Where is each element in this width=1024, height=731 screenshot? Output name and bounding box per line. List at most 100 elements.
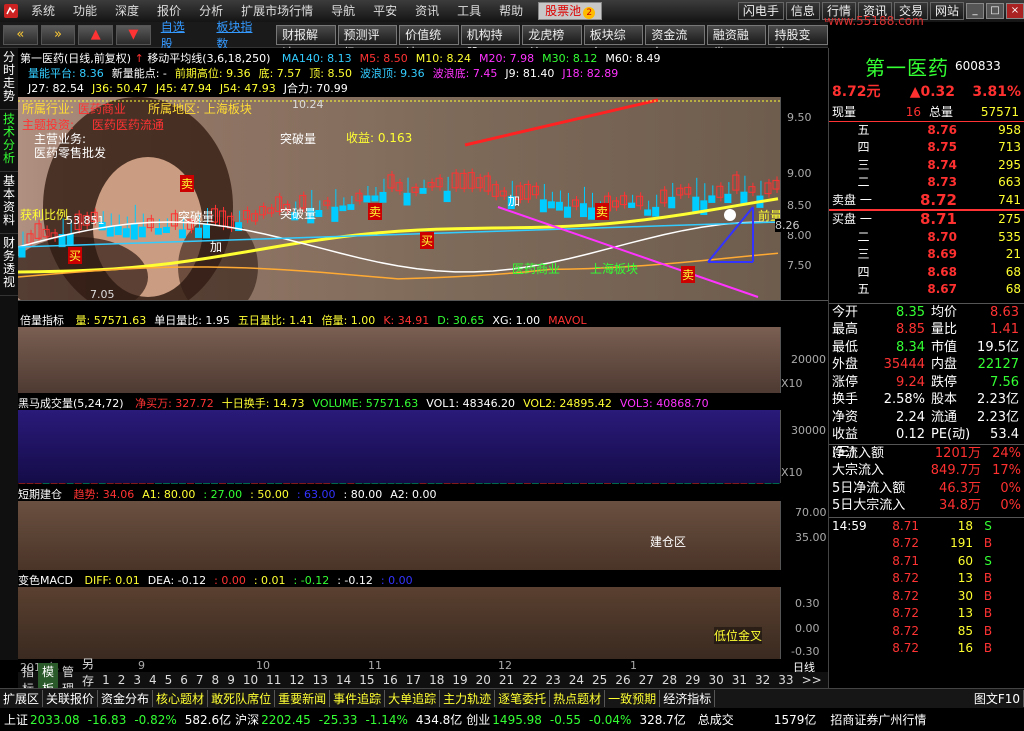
bottom-tab-24[interactable]: 21 xyxy=(495,673,518,687)
bottom-tab-20[interactable]: 17 xyxy=(402,673,425,687)
bottom-tab-29[interactable]: 26 xyxy=(611,673,634,687)
profit-ratio-label: 获利比例 xyxy=(20,208,69,222)
bottom-tab-34[interactable]: 31 xyxy=(728,673,751,687)
status-item-6[interactable]: 事件追踪 xyxy=(330,690,386,707)
status-item-12[interactable]: 经济指标 xyxy=(660,690,716,707)
dragon-tiger-button[interactable]: 龙虎榜单 xyxy=(522,24,582,60)
stock-header: 第一医药 600833 xyxy=(829,48,1024,84)
f10-button[interactable]: 图文F10 xyxy=(971,690,1024,707)
high-price-label: 10.24 xyxy=(292,98,324,111)
forecast-button[interactable]: 预测评级 xyxy=(337,24,398,60)
status-item-4[interactable]: 敢死队席位 xyxy=(208,690,276,707)
bottom-tab-4[interactable]: 1 xyxy=(98,673,114,687)
bottom-tab-16[interactable]: 13 xyxy=(309,673,332,687)
x-axis: 2013年 9 10 11 12 1 xyxy=(18,659,780,674)
tab-finance[interactable]: 财务透视 xyxy=(0,234,18,296)
bottom-tab-15[interactable]: 12 xyxy=(285,673,308,687)
back-double-arrow-icon[interactable]: « xyxy=(3,24,38,45)
bottom-tab-9[interactable]: 6 xyxy=(176,673,192,687)
bottom-tab-26[interactable]: 23 xyxy=(541,673,564,687)
bottom-tab-32[interactable]: 29 xyxy=(681,673,704,687)
bottom-tab-10[interactable]: 7 xyxy=(192,673,208,687)
institution-button[interactable]: 机构持股 xyxy=(460,24,521,60)
status-item-11[interactable]: 一致预期 xyxy=(605,690,661,707)
tab-basic-info[interactable]: 基本资料 xyxy=(0,172,18,234)
bottom-tab-37[interactable]: >> xyxy=(798,673,826,687)
bottom-tab-14[interactable]: 11 xyxy=(262,673,285,687)
margin-button[interactable]: 融资融券 xyxy=(706,24,767,60)
bottom-tab-17[interactable]: 14 xyxy=(332,673,355,687)
bottom-tab-6[interactable]: 3 xyxy=(129,673,145,687)
bottom-tab-31[interactable]: 28 xyxy=(658,673,681,687)
bottom-tab-12[interactable]: 9 xyxy=(223,673,239,687)
tab-technical[interactable]: 技术分析 xyxy=(0,110,18,172)
index-quote-0[interactable]: 上证 2033.08 -16.83 -0.82% 582.6亿 xyxy=(4,711,231,728)
status-item-9[interactable]: 逐笔委托 xyxy=(495,690,551,707)
menu-news[interactable]: 资讯 xyxy=(406,0,448,22)
status-item-1[interactable]: 关联报价 xyxy=(43,690,99,707)
bottom-tab-7[interactable]: 4 xyxy=(145,673,161,687)
bottom-tab-5[interactable]: 2 xyxy=(114,673,130,687)
region-info: 所属地区: 上海板块 xyxy=(148,100,252,117)
status-item-8[interactable]: 主力轨迹 xyxy=(440,690,496,707)
menu-nav[interactable]: 导航 xyxy=(322,0,364,22)
bottom-tab-18[interactable]: 15 xyxy=(355,673,378,687)
bottom-tab-19[interactable]: 16 xyxy=(379,673,402,687)
buys-row-2: 三 8.69 21 xyxy=(857,247,1021,261)
index-quote-2[interactable]: 创业 1495.98 -0.55 -0.04% 328.7亿 xyxy=(466,711,686,728)
status-item-0[interactable]: 扩展区 xyxy=(0,690,44,707)
line2-value-6: 波浪底: 7.45 xyxy=(432,67,498,80)
bottom-tab-22[interactable]: 19 xyxy=(448,673,471,687)
stat-row-2: 最低 8.34 市值 19.5亿 xyxy=(832,339,1019,355)
report-button[interactable]: 财报解读 xyxy=(275,24,336,60)
sector-summary-button[interactable]: 板块综合 xyxy=(583,24,644,60)
period-label[interactable]: 日线 xyxy=(780,659,828,674)
info-button[interactable]: 信息 xyxy=(785,2,820,20)
forward-double-arrow-icon[interactable]: » xyxy=(40,24,76,45)
menu-function[interactable]: 功能 xyxy=(64,0,106,22)
menu-system[interactable]: 系统 xyxy=(22,0,64,22)
candle-body xyxy=(18,245,26,258)
bottom-tab-23[interactable]: 20 xyxy=(472,673,495,687)
bottom-tab-25[interactable]: 22 xyxy=(518,673,541,687)
maximize-icon[interactable]: □ xyxy=(986,3,1004,19)
money-flow-button[interactable]: 资金流向 xyxy=(645,24,705,60)
menu-depth[interactable]: 深度 xyxy=(106,0,148,22)
value-stats-button[interactable]: 价值统计 xyxy=(399,24,459,60)
status-item-10[interactable]: 热点题材 xyxy=(550,690,606,707)
flash-trade-button[interactable]: 闪电手 xyxy=(737,2,784,20)
up-arrow-icon[interactable]: ▲ xyxy=(78,24,114,45)
status-item-3[interactable]: 核心题材 xyxy=(153,690,209,707)
candle-body xyxy=(483,175,491,192)
sector-index-link[interactable]: 板块指数 xyxy=(216,18,264,52)
bottom-tab-33[interactable]: 30 xyxy=(704,673,727,687)
minimize-icon[interactable]: _ xyxy=(966,3,984,19)
bottom-tab-8[interactable]: 5 xyxy=(161,673,177,687)
status-item-2[interactable]: 资金分布 xyxy=(98,690,154,707)
down-arrow-icon[interactable]: ▼ xyxy=(116,24,151,45)
bottom-tab-30[interactable]: 27 xyxy=(635,673,658,687)
close-icon[interactable]: × xyxy=(1006,3,1024,19)
buys-row-1: 二 8.70 535 xyxy=(857,229,1021,244)
bottom-tab-35[interactable]: 32 xyxy=(751,673,774,687)
jiancang-legend: 短期建仓 趋势: 34.06 A1: 80.00: 27.00: 50.00: 6… xyxy=(18,486,436,502)
bottom-tab-28[interactable]: 25 xyxy=(588,673,611,687)
bottom-tab-13[interactable]: 10 xyxy=(239,673,262,687)
menu-pingan[interactable]: 平安 xyxy=(364,0,406,22)
index-quote-1[interactable]: 沪深 2202.45 -25.33 -1.14% 434.8亿 xyxy=(235,711,462,728)
current-volume: 16 xyxy=(905,105,921,119)
menu-help[interactable]: 帮助 xyxy=(490,0,532,22)
watchlist-link[interactable]: 自选股 xyxy=(161,18,197,52)
holding-change-button[interactable]: 持股变动 xyxy=(768,24,829,60)
bottom-tab-27[interactable]: 24 xyxy=(565,673,588,687)
stock-pool-button[interactable]: 股票池 2 xyxy=(538,2,603,20)
bottom-tab-21[interactable]: 18 xyxy=(425,673,448,687)
industry-label: 所属行业: xyxy=(22,102,75,116)
menu-tools[interactable]: 工具 xyxy=(448,0,490,22)
website-button[interactable]: 网站 xyxy=(929,2,964,20)
status-item-7[interactable]: 大单追踪 xyxy=(385,690,441,707)
status-item-5[interactable]: 重要新闻 xyxy=(275,690,331,707)
tab-intraday[interactable]: 分时走势 xyxy=(0,48,18,110)
bottom-tab-11[interactable]: 8 xyxy=(208,673,224,687)
bottom-tab-36[interactable]: 33 xyxy=(774,673,797,687)
